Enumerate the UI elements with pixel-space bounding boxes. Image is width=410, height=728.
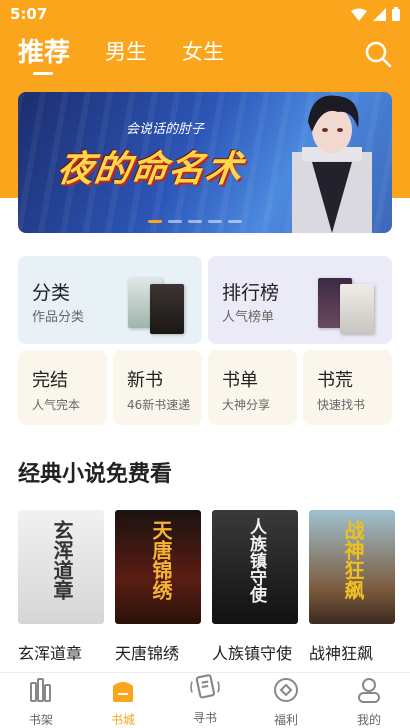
card-title: 新书 [127,370,163,391]
bookstore-icon [113,682,133,702]
book-title: 天唐锦绣 [115,644,180,663]
card-title: 排行榜 [222,282,280,304]
cover-title: 玄浑道章 [50,520,74,600]
find-book-icon [190,674,220,699]
welfare-icon [274,678,298,702]
nav-welfare[interactable]: 福利 [261,677,311,728]
tab-underline [33,72,53,75]
card-title: 完结 [32,370,68,391]
book-title: 玄浑道章 [18,644,83,663]
book-item[interactable]: 天唐锦绣 天唐锦绣 [115,510,201,664]
card-subtitle: 46新书速递 [127,398,191,412]
status-icons [351,7,400,21]
book-cover[interactable]: 战神狂飙 [309,510,395,624]
banner-dot[interactable] [208,220,222,223]
wifi-icon [351,8,367,21]
cover-title: 天唐锦绣 [149,520,173,600]
nav-label: 书架 [28,713,53,727]
category-card-classify[interactable]: 分类 作品分类 [18,256,202,344]
category-card-booklist[interactable]: 书单 大神分享 [208,350,297,425]
bookshelf-icon [30,678,51,702]
banner-title: 夜的命名术 [54,149,246,190]
search-icon[interactable] [364,40,392,68]
status-time: 5:07 [10,5,48,23]
card-subtitle: 大神分享 [222,398,271,412]
tab-female[interactable]: 女生 [182,36,224,66]
book-title: 人族镇守使 [212,644,293,663]
card-subtitle: 人气榜单 [222,310,275,325]
card-books-illustration [128,270,188,338]
nav-find-book[interactable]: 寻书 [180,674,230,726]
nav-label: 我的 [356,713,381,727]
book-cover[interactable]: 人族镇守使 [212,510,298,624]
channel-tabs: 推荐 男生 女生 [0,30,410,78]
nav-bookshelf[interactable]: 书架 [16,677,66,728]
cover-title: 人族镇守使 [246,518,266,603]
banner-pagination [148,220,242,223]
nav-label: 福利 [273,713,298,727]
card-title: 书荒 [317,370,353,391]
category-card-finished[interactable]: 完结 人气完本 [18,350,107,425]
tab-male[interactable]: 男生 [105,36,147,66]
nav-label: 寻书 [192,711,217,725]
battery-icon [392,7,400,21]
tab-recommend[interactable]: 推荐 [18,32,70,69]
nav-label: 书城 [110,713,135,727]
banner-dot[interactable] [188,220,202,223]
card-title: 书单 [222,370,258,391]
book-item[interactable]: 人族镇守使 人族镇守使 [212,510,298,664]
profile-icon [358,678,380,703]
section-title: 经典小说免费看 [18,462,173,487]
status-bar: 5:07 [0,0,410,28]
book-title: 战神狂飙 [309,644,374,663]
category-card-ranking[interactable]: 排行榜 人气榜单 [208,256,392,344]
banner-dot[interactable] [168,220,182,223]
card-subtitle: 快速找书 [317,398,366,412]
banner-character-illustration [292,95,372,233]
category-card-new-books[interactable]: 新书 46新书速递 [113,350,202,425]
bottom-navigation: 书架 书城 寻书 福利 我的 [0,672,410,728]
book-item[interactable]: 战神狂飙 战神狂飙 [309,510,395,664]
banner-author: 会说话的肘子 [126,122,205,137]
book-item[interactable]: 玄浑道章 玄浑道章 [18,510,104,664]
banner-dot[interactable] [148,220,162,223]
nav-bookstore[interactable]: 书城 [98,677,148,728]
nav-profile[interactable]: 我的 [344,677,394,728]
banner-dot[interactable] [228,220,242,223]
cover-title: 战神狂飙 [341,520,365,600]
card-title: 分类 [32,282,71,304]
card-subtitle: 作品分类 [32,310,85,325]
category-card-book-shortage[interactable]: 书荒 快速找书 [303,350,392,425]
book-cover[interactable]: 玄浑道章 [18,510,104,624]
card-subtitle: 人气完本 [32,398,81,412]
card-books-illustration [318,270,378,338]
book-cover[interactable]: 天唐锦绣 [115,510,201,624]
signal-icon [373,7,386,21]
promo-banner[interactable]: 会说话的肘子 夜的命名术 [18,92,392,233]
